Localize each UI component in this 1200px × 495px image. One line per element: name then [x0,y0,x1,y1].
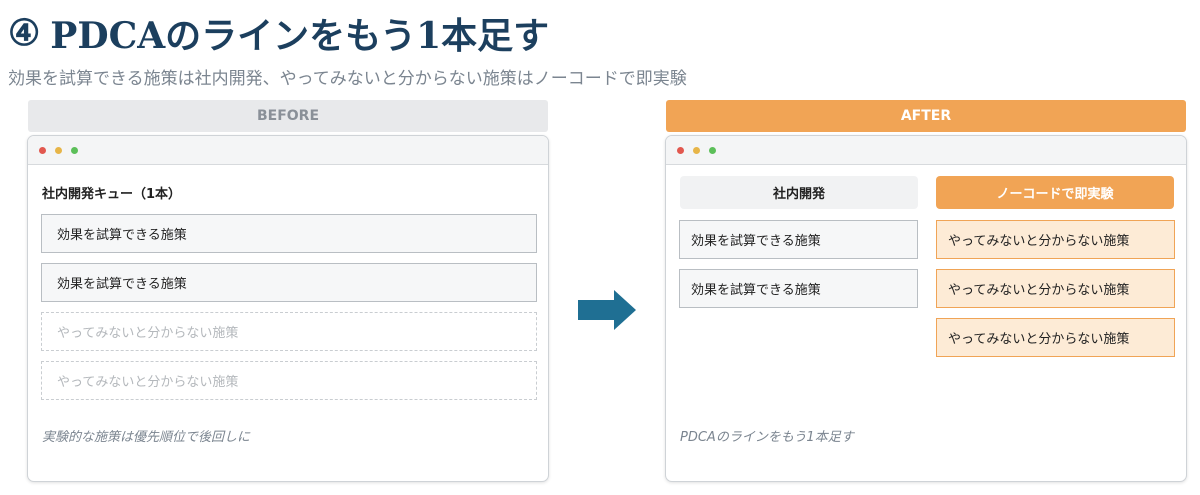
after-header: AFTER [666,100,1186,132]
list-item: やってみないと分からない施策 [936,318,1175,357]
after-window: 社内開発 ノーコードで即実験 効果を試算できる施策 効果を試算できる施策 やって… [665,135,1187,482]
page-subtitle: 効果を試算できる施策は社内開発、やってみないと分からない施策はノーコードで即実験 [8,69,687,89]
maximize-dot-icon [709,146,716,154]
title-text: PDCAのラインをもう1本足す [50,15,550,57]
column-header-no-code: ノーコードで即実験 [936,176,1174,209]
before-note: 実験的な施策は優先順位で後回しに [42,430,251,445]
list-item: 効果を試算できる施策 [41,263,537,302]
page-title: ④ PDCAのラインをもう1本足す [8,6,549,60]
minimize-dot-icon [693,146,700,154]
minimize-dot-icon [55,146,62,154]
list-item-placeholder: やってみないと分からない施策 [41,312,537,351]
after-note: PDCAのラインをもう1本足す [680,430,854,445]
list-item: 効果を試算できる施策 [41,214,537,253]
list-item: やってみないと分からない施策 [936,269,1175,308]
before-window: 社内開発キュー（1本） 効果を試算できる施策 効果を試算できる施策 やってみない… [27,135,549,482]
right-arrow-icon [578,290,636,330]
column-header-in-house: 社内開発 [680,176,918,209]
maximize-dot-icon [71,146,78,154]
list-item: 効果を試算できる施策 [679,269,918,308]
window-titlebar [28,136,548,165]
before-header: BEFORE [28,100,548,132]
step-number: ④ [8,12,41,54]
list-item: やってみないと分からない施策 [936,220,1175,259]
queue-title: 社内開発キュー（1本） [42,187,182,202]
window-titlebar [666,136,1186,165]
close-dot-icon [39,146,46,154]
close-dot-icon [677,146,684,154]
list-item-placeholder: やってみないと分からない施策 [41,361,537,400]
list-item: 効果を試算できる施策 [679,220,918,259]
